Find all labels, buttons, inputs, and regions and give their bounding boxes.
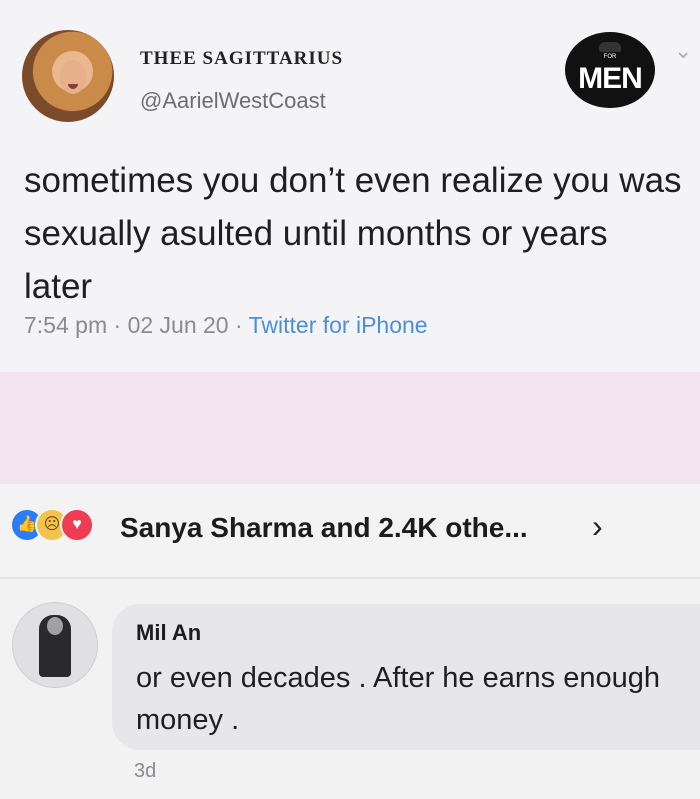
comment-text: or even decades . After he earns enough … [136,662,660,736]
avatar-head [47,617,63,635]
pink-spacer [0,372,700,484]
tweet-author-handle[interactable]: @AarielWestCoast [140,88,326,114]
brand-text: MEN [578,62,643,95]
reaction-icons[interactable]: 👍 ☹ ♥ [10,508,120,544]
comment-author[interactable]: Mil An [136,620,201,646]
meta-separator: · [113,312,128,338]
tweet-text: sometimes you don’t even realize you was… [24,161,682,306]
hat-icon [599,42,621,52]
brand-logo: FOR MEN [565,32,655,108]
chevron-right-icon[interactable]: › [592,508,603,545]
love-icon: ♥ [60,508,94,542]
comment-time: 3d [134,760,157,782]
tweet-author-name[interactable]: THEE SAGITTARIUS [140,48,343,70]
tweet-time: 7:54 pm [24,312,108,338]
tweet-author-avatar[interactable] [22,30,114,122]
reactions-summary[interactable]: Sanya Sharma and 2.4K othe... [120,512,528,544]
tweet-date: 02 Jun 20 [127,312,229,338]
commenter-avatar[interactable] [12,602,98,688]
tweet-source-link[interactable]: Twitter for iPhone [249,312,428,338]
tweet-meta: 7:54 pm · 02 Jun 20 · Twitter for iPhone [24,312,428,339]
chevron-down-icon[interactable]: ⌄ [674,38,692,64]
meta-separator: · [234,312,249,338]
brand-small-text: FOR [603,54,617,60]
